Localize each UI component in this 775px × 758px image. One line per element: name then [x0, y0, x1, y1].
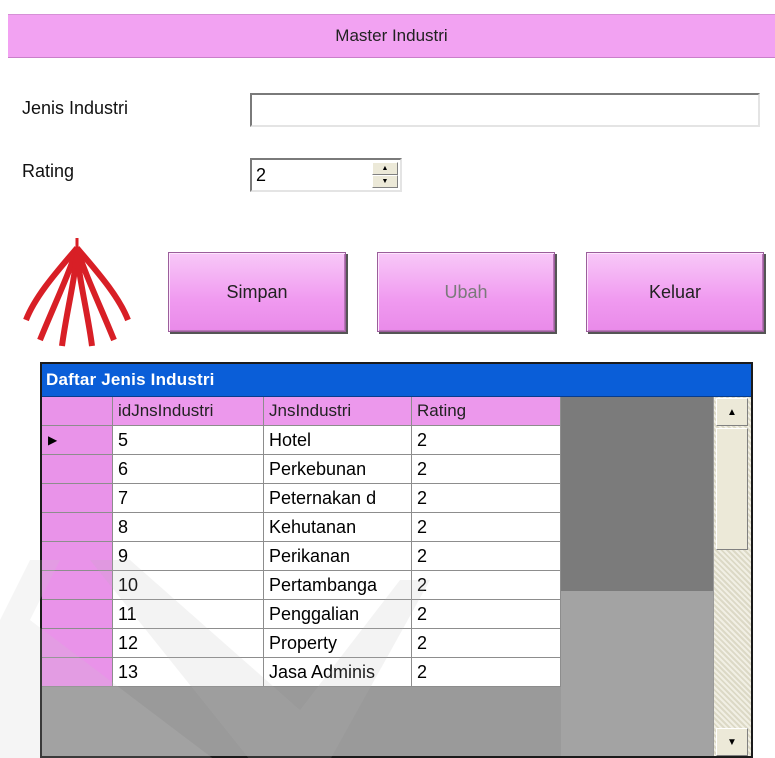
table-row[interactable]: 12 Property 2	[42, 629, 715, 658]
column-header[interactable]: Rating	[412, 397, 561, 426]
grid-body: idJnsIndustri JnsIndustri Rating ▶ 5 Hotel…	[42, 397, 751, 756]
row-selector[interactable]	[42, 455, 113, 484]
column-header[interactable]: idJnsIndustri	[113, 397, 264, 426]
scroll-up-arrow-icon[interactable]: ▲	[716, 398, 748, 426]
row-selector[interactable]	[42, 542, 113, 571]
cell-jenis-industri[interactable]: Kehutanan	[264, 513, 412, 542]
row-selector-header[interactable]	[42, 397, 113, 426]
cell-id[interactable]: 8	[113, 513, 264, 542]
cell-id[interactable]: 11	[113, 600, 264, 629]
jenis-industri-grid[interactable]: Daftar Jenis Industri idJnsIndustri JnsI…	[40, 362, 753, 758]
cell-jenis-industri[interactable]: Hotel	[264, 426, 412, 455]
keluar-button[interactable]: Keluar	[586, 252, 764, 332]
rating-stepper[interactable]: ▲ ▼	[250, 158, 402, 192]
cell-id[interactable]: 10	[113, 571, 264, 600]
red-arc-logo-icon	[23, 238, 131, 347]
row-selector[interactable]	[42, 484, 113, 513]
table-row[interactable]: 10 Pertambanga 2	[42, 571, 715, 600]
cell-jenis-industri[interactable]: Property	[264, 629, 412, 658]
triangle-up-icon[interactable]: ▲	[372, 162, 398, 175]
cell-rating[interactable]: 2	[412, 455, 561, 484]
row-selector[interactable]	[42, 629, 113, 658]
cell-rating[interactable]: 2	[412, 426, 561, 455]
cell-rating[interactable]: 2	[412, 542, 561, 571]
table-row[interactable]: 11 Penggalian 2	[42, 600, 715, 629]
cell-id[interactable]: 9	[113, 542, 264, 571]
rating-spin-buttons: ▲ ▼	[372, 162, 398, 188]
cell-id[interactable]: 6	[113, 455, 264, 484]
window-title-bar: Master Industri	[8, 14, 775, 58]
jenis-industri-input[interactable]	[250, 93, 760, 127]
cell-rating[interactable]: 2	[412, 600, 561, 629]
cell-jenis-industri[interactable]: Jasa Adminis	[264, 658, 412, 687]
cell-rating[interactable]: 2	[412, 513, 561, 542]
cell-id[interactable]: 12	[113, 629, 264, 658]
grid-caption: Daftar Jenis Industri	[42, 364, 751, 397]
table-row[interactable]: ▶ 5 Hotel 2	[42, 426, 715, 455]
cell-rating[interactable]: 2	[412, 484, 561, 513]
rating-input[interactable]	[256, 163, 366, 187]
cell-id[interactable]: 7	[113, 484, 264, 513]
cell-id[interactable]: 5	[113, 426, 264, 455]
simpan-button[interactable]: Simpan	[168, 252, 346, 332]
cell-id[interactable]: 13	[113, 658, 264, 687]
grid-header-row: idJnsIndustri JnsIndustri Rating	[42, 397, 715, 426]
row-selector[interactable]	[42, 600, 113, 629]
triangle-down-icon[interactable]: ▼	[372, 175, 398, 188]
vertical-scrollbar[interactable]: ▲ ▼	[713, 397, 751, 756]
table-row[interactable]: 8 Kehutanan 2	[42, 513, 715, 542]
cell-jenis-industri[interactable]: Penggalian	[264, 600, 412, 629]
cell-jenis-industri[interactable]: Pertambanga	[264, 571, 412, 600]
table-row[interactable]: 6 Perkebunan 2	[42, 455, 715, 484]
grid-table: idJnsIndustri JnsIndustri Rating ▶ 5 Hotel…	[42, 397, 715, 687]
column-header[interactable]: JnsIndustri	[264, 397, 412, 426]
row-selector[interactable]	[42, 513, 113, 542]
current-row-arrow-icon[interactable]: ▶	[42, 426, 113, 455]
cell-rating[interactable]: 2	[412, 658, 561, 687]
row-selector[interactable]	[42, 658, 113, 687]
cell-rating[interactable]: 2	[412, 629, 561, 658]
table-row[interactable]: 9 Perikanan 2	[42, 542, 715, 571]
window-title: Master Industri	[335, 26, 448, 45]
scroll-thumb[interactable]	[716, 428, 748, 550]
ubah-button[interactable]: Ubah	[377, 252, 555, 332]
jenis-industri-label: Jenis Industri	[22, 98, 129, 118]
rating-label: Rating	[22, 161, 75, 181]
table-row[interactable]: 7 Peternakan d2	[42, 484, 715, 513]
scroll-down-arrow-icon[interactable]: ▼	[716, 728, 748, 756]
table-row[interactable]: 13 Jasa Adminis 2	[42, 658, 715, 687]
cell-jenis-industri[interactable]: Perikanan	[264, 542, 412, 571]
row-selector[interactable]	[42, 571, 113, 600]
cell-jenis-industri[interactable]: Peternakan d	[264, 484, 412, 513]
cell-rating[interactable]: 2	[412, 571, 561, 600]
cell-jenis-industri[interactable]: Perkebunan	[264, 455, 412, 484]
